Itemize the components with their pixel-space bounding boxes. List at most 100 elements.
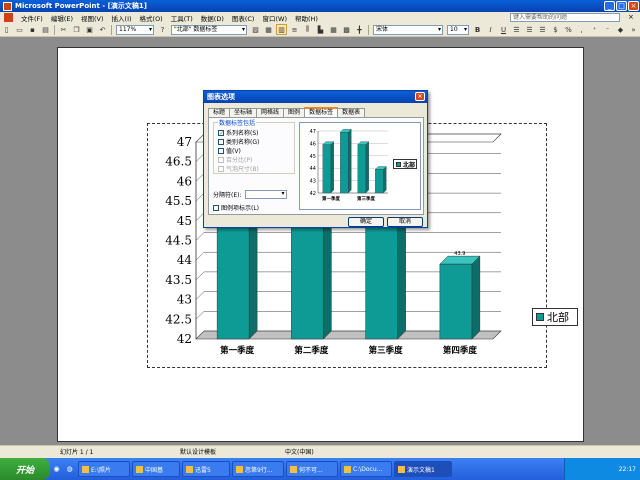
chart-object-combo[interactable]: "北部" 数据标签 — [171, 24, 247, 35]
menu-file[interactable]: 文件(F) — [17, 13, 47, 23]
underline-icon[interactable]: U — [498, 24, 509, 35]
separator-select[interactable] — [244, 190, 287, 199]
menu-help[interactable]: 帮助(H) — [291, 13, 322, 23]
maximize-button[interactable]: □ — [616, 1, 627, 11]
menu-view[interactable]: 视图(V) — [77, 13, 108, 23]
task-button[interactable]: 中国基 — [132, 461, 180, 477]
legend-icon[interactable]: ▦ — [328, 24, 339, 35]
checkbox-checked-icon[interactable]: ✓ — [218, 129, 224, 136]
tab-data-table[interactable]: 数据表 — [337, 108, 366, 117]
font-size-combo[interactable]: 10 — [447, 24, 469, 35]
y-tick-label: 42 — [177, 332, 192, 346]
folder-icon — [82, 465, 89, 473]
task-button[interactable]: 迅雷5 — [182, 461, 230, 477]
fill-color-icon[interactable]: ◆ — [615, 24, 626, 35]
preview-bar — [357, 144, 366, 194]
paste-icon[interactable]: ▣ — [84, 24, 95, 35]
percent-icon[interactable]: % — [563, 24, 574, 35]
checkbox-icon[interactable] — [213, 204, 219, 211]
menu-edit[interactable]: 编辑(E) — [47, 13, 77, 23]
by-column-icon[interactable]: ⫼ — [302, 24, 313, 35]
by-row-icon[interactable]: ≡ — [289, 24, 300, 35]
tab-data-labels[interactable]: 数据标签 — [304, 107, 339, 117]
tab-legend[interactable]: 图例 — [283, 108, 306, 117]
gridlines-icon[interactable]: ╋ — [354, 24, 365, 35]
x-tick-label: 第一季度 — [220, 345, 255, 356]
italic-icon[interactable]: I — [485, 24, 496, 35]
align-left-icon[interactable]: ☰ — [511, 24, 522, 35]
menu-tools[interactable]: 工具(T) — [167, 13, 197, 23]
new-icon[interactable]: ▯ — [1, 24, 12, 35]
currency-icon[interactable]: $ — [550, 24, 561, 35]
dialog-close-button[interactable]: × — [415, 92, 425, 101]
help-icon[interactable]: ? — [157, 24, 168, 35]
ok-button[interactable]: 确定 — [348, 217, 384, 227]
powerpoint-icon — [3, 1, 12, 11]
data-labels-panel: 数据标签包括 ✓ 系列名称(S) 类别名称(G) 值(V) 百分比(P) 气泡尺… — [208, 117, 424, 215]
save-icon[interactable]: ▪ — [27, 24, 38, 35]
y-tick-label: 47 — [177, 135, 192, 149]
chart-type-icon[interactable]: ▙ — [315, 24, 326, 35]
tab-titles[interactable]: 标题 — [208, 108, 231, 117]
toolbar-options-icon[interactable]: » — [628, 24, 639, 35]
close-document-icon[interactable]: × — [628, 13, 634, 21]
preview-y-tick: 47 — [310, 129, 316, 135]
app-icon — [186, 465, 193, 473]
view-datasheet-icon[interactable]: ▥ — [276, 24, 287, 35]
menu-chart[interactable]: 图表(C) — [228, 13, 259, 23]
import-file-icon[interactable]: ▦ — [263, 24, 274, 35]
minimize-button[interactable]: _ — [604, 1, 615, 11]
increase-decimal-icon[interactable]: ⁺ — [589, 24, 600, 35]
chart-options-dialog[interactable]: 图表选项 × 标题 坐标轴 网格线 图例 数据标签 数据表 数据标签包括 ✓ 系… — [203, 90, 428, 228]
dialog-title: 图表选项 — [207, 93, 235, 101]
bold-icon[interactable]: B — [472, 24, 483, 35]
font-combo[interactable]: 宋体 — [373, 24, 443, 35]
tab-axes[interactable]: 坐标轴 — [229, 108, 258, 117]
open-icon[interactable]: ▭ — [14, 24, 25, 35]
checkbox-bubble-size: 气泡尺寸(B) — [218, 164, 259, 173]
copy-icon[interactable]: ❐ — [71, 24, 82, 35]
checkbox-value[interactable]: 值(V) — [218, 146, 241, 155]
decrease-decimal-icon[interactable]: ⁻ — [602, 24, 613, 35]
align-right-icon[interactable]: ☰ — [537, 24, 548, 35]
preview-bar — [322, 144, 331, 194]
start-button[interactable]: 开始 — [0, 458, 50, 480]
help-search-input[interactable]: 键入需要帮助的问题 — [510, 13, 620, 22]
preview-bar-side — [330, 141, 334, 194]
data-table-icon[interactable]: ▩ — [341, 24, 352, 35]
undo-icon[interactable]: ↶ — [97, 24, 108, 35]
task-button[interactable]: E:\照片 — [78, 461, 130, 477]
close-window-button[interactable]: × — [628, 1, 639, 11]
status-template: 默认设计模板 — [180, 449, 217, 456]
cut-icon[interactable]: ✂ — [58, 24, 69, 35]
quick-launch-icon[interactable]: ◉ — [51, 464, 62, 475]
preview-bar-side — [383, 166, 387, 194]
dialog-title-bar[interactable]: 图表选项 × — [204, 91, 427, 103]
comma-icon[interactable]: , — [576, 24, 587, 35]
chart-legend[interactable]: 北部 — [532, 308, 578, 326]
checkbox-icon[interactable] — [218, 147, 224, 154]
task-button[interactable]: C:\Docu... — [340, 461, 392, 477]
app-icon — [290, 465, 297, 473]
menu-format[interactable]: 格式(O) — [136, 13, 167, 23]
cancel-button[interactable]: 取消 — [387, 217, 423, 227]
zoom-combo[interactable]: 117% — [116, 24, 154, 35]
task-button[interactable]: 何不可... — [286, 461, 338, 477]
preview-bar-side — [348, 128, 352, 194]
checkbox-series-name[interactable]: ✓ 系列名称(S) — [218, 128, 259, 137]
menu-insert[interactable]: 插入(I) — [108, 13, 136, 23]
preview-bar — [375, 169, 384, 194]
checkbox-legend-key[interactable]: 图例项标示(L) — [213, 203, 259, 212]
task-button[interactable]: 演示文稿1 — [394, 461, 452, 477]
tab-gridlines[interactable]: 网格线 — [256, 108, 285, 117]
align-center-icon[interactable]: ☰ — [524, 24, 535, 35]
checkbox-category-name[interactable]: 类别名称(G) — [218, 137, 259, 146]
task-button[interactable]: 忽第9行... — [232, 461, 284, 477]
menu-bar: 文件(F) 编辑(E) 视图(V) 插入(I) 格式(O) 工具(T) 数据(D… — [0, 12, 640, 23]
format-selection-icon[interactable]: ▧ — [250, 24, 261, 35]
menu-data[interactable]: 数据(D) — [197, 13, 228, 23]
print-icon[interactable]: ▤ — [40, 24, 51, 35]
quick-launch-icon[interactable]: ◍ — [64, 464, 75, 475]
checkbox-icon[interactable] — [218, 138, 224, 145]
menu-window[interactable]: 窗口(W) — [258, 13, 291, 23]
